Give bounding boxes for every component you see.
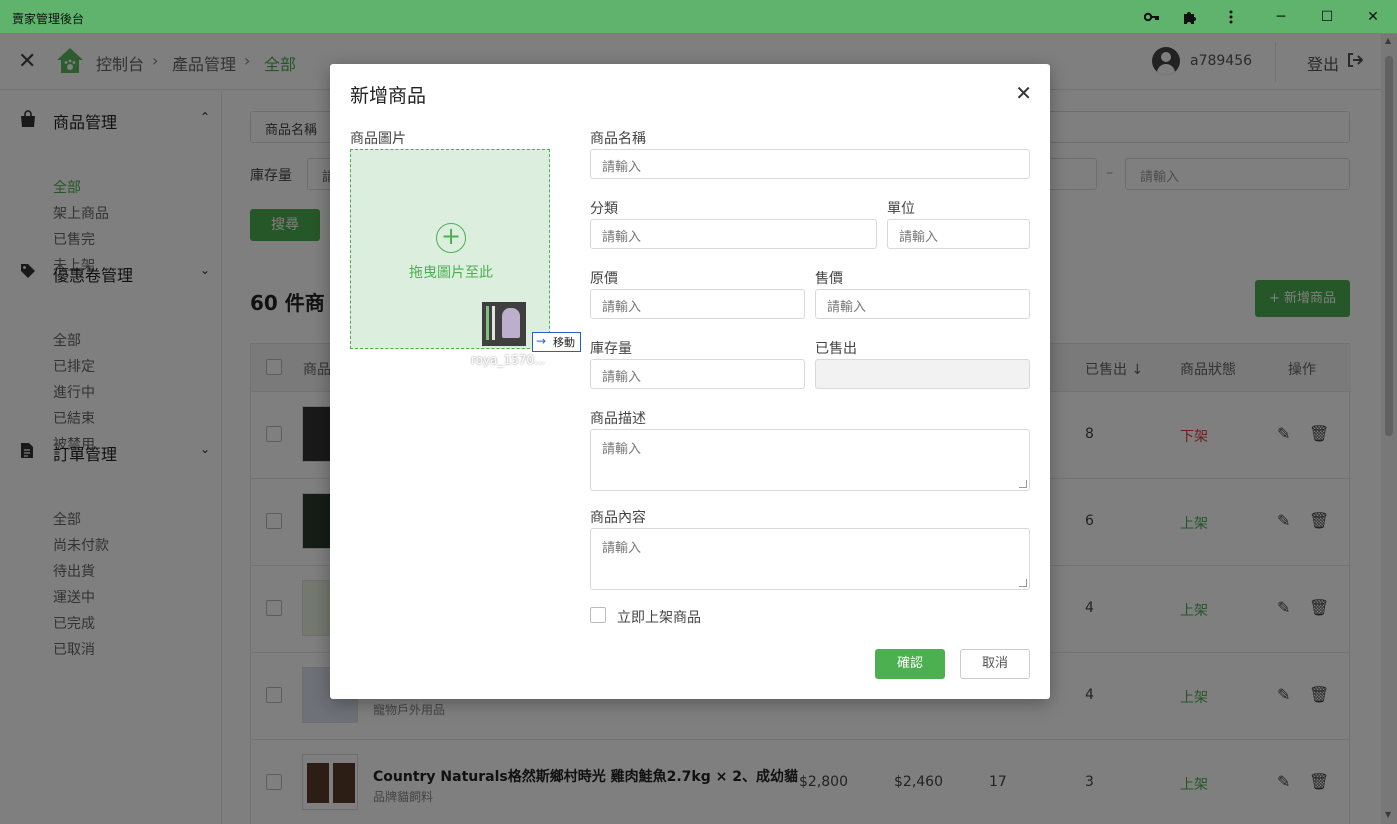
stock-label: 庫存量 xyxy=(590,341,632,357)
confirm-button[interactable]: 確認 xyxy=(875,649,945,679)
stock-input[interactable]: 請輸入 xyxy=(590,359,805,389)
minimize-button[interactable]: ─ xyxy=(1258,0,1304,33)
content-textarea[interactable]: 請輸入 xyxy=(590,528,1030,590)
placeholder: 請輸入 xyxy=(602,230,642,245)
placeholder: 請輸入 xyxy=(827,300,867,315)
orig-price-input[interactable]: 請輸入 xyxy=(590,289,805,319)
unit-label: 單位 xyxy=(887,201,915,217)
category-label: 分類 xyxy=(590,201,618,217)
image-label: 商品圖片 xyxy=(350,131,406,147)
dragged-file-name: roya_1570... xyxy=(471,353,546,367)
sold-label: 已售出 xyxy=(815,341,857,357)
description-textarea[interactable]: 請輸入 xyxy=(590,429,1030,491)
maximize-button[interactable]: ☐ xyxy=(1304,0,1350,33)
content-label: 商品內容 xyxy=(590,510,646,526)
orig-price-label: 原價 xyxy=(590,271,618,287)
name-label: 商品名稱 xyxy=(590,131,646,147)
category-input[interactable]: 請輸入 xyxy=(590,219,877,249)
dropzone-text: 拖曳圖片至此 xyxy=(409,265,493,281)
modal-title: 新增商品 xyxy=(350,85,427,107)
move-tooltip-text: 移動 xyxy=(553,336,575,349)
description-label: 商品描述 xyxy=(590,411,646,427)
arrow-right-icon: → xyxy=(536,334,547,348)
modal-close-icon[interactable]: ✕ xyxy=(1015,81,1032,105)
placeholder: 請輸入 xyxy=(602,300,642,315)
add-product-modal: 新增商品 ✕ 商品圖片 + 拖曳圖片至此 roya_1570... → 移動 商… xyxy=(330,64,1050,699)
window-title-bar: 賣家管理後台 ─ ☐ ✕ xyxy=(0,0,1397,34)
window-close-button[interactable]: ✕ xyxy=(1350,0,1396,33)
window-title: 賣家管理後台 xyxy=(12,12,85,26)
placeholder: 請輸入 xyxy=(602,160,642,175)
name-input[interactable]: 請輸入 xyxy=(590,149,1030,179)
sale-price-input[interactable]: 請輸入 xyxy=(815,289,1030,319)
key-icon[interactable] xyxy=(1142,7,1162,27)
placeholder: 請輸入 xyxy=(899,230,939,245)
cancel-button[interactable]: 取消 xyxy=(960,649,1030,679)
publish-now-checkbox[interactable] xyxy=(590,607,606,623)
placeholder: 請輸入 xyxy=(602,442,642,457)
move-tooltip: → 移動 xyxy=(532,332,581,352)
publish-now-label[interactable]: 立即上架商品 xyxy=(617,607,701,627)
sold-input-disabled xyxy=(815,359,1030,389)
sale-price-label: 售價 xyxy=(815,271,843,287)
kebab-menu-icon[interactable] xyxy=(1221,7,1241,27)
plus-circle-icon: + xyxy=(436,223,466,253)
placeholder: 請輸入 xyxy=(602,370,642,385)
puzzle-icon[interactable] xyxy=(1180,7,1200,27)
unit-input[interactable]: 請輸入 xyxy=(887,219,1030,249)
placeholder: 請輸入 xyxy=(602,541,642,556)
dragged-image-preview xyxy=(482,302,526,346)
